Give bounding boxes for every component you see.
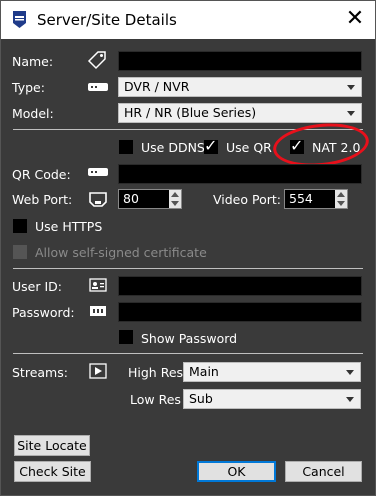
- chevron-down-icon: [346, 397, 354, 402]
- chevron-down-icon: [346, 370, 354, 375]
- password-icon: [90, 306, 106, 316]
- web-port-label: Web Port:: [12, 192, 73, 207]
- dialog-title: Server/Site Details: [37, 11, 177, 29]
- spin-buttons[interactable]: [169, 190, 181, 208]
- model-label: Model:: [12, 106, 54, 121]
- low-res-select[interactable]: Sub: [183, 389, 361, 409]
- allow-self-signed-checkbox[interactable]: [13, 245, 27, 259]
- video-port-value: 554: [289, 191, 313, 206]
- user-id-input[interactable]: [118, 276, 362, 296]
- video-port-label: Video Port:: [213, 192, 281, 207]
- id-card-icon: [89, 278, 107, 292]
- app-logo-icon: [13, 11, 26, 28]
- video-port-spinbox[interactable]: 554: [284, 189, 348, 209]
- qr-device-icon: [88, 168, 108, 176]
- password-label: Password:: [12, 305, 75, 320]
- spin-up-icon[interactable]: [337, 192, 345, 197]
- server-site-details-dialog: Server/Site Details ✕ Name: Type: DVR / …: [0, 0, 376, 496]
- check-site-button[interactable]: Check Site: [14, 461, 91, 482]
- chevron-down-icon: [347, 85, 355, 90]
- play-icon: [89, 363, 107, 379]
- use-ddns-label: Use DDNS: [141, 140, 205, 155]
- title-bar: Server/Site Details ✕: [1, 1, 375, 39]
- spin-down-icon[interactable]: [171, 201, 179, 206]
- separator: [13, 268, 363, 269]
- ok-button[interactable]: OK: [197, 461, 276, 482]
- streams-label: Streams:: [12, 365, 68, 380]
- close-icon[interactable]: ✕: [341, 5, 369, 33]
- name-input[interactable]: [118, 51, 362, 71]
- user-id-label: User ID:: [12, 279, 62, 294]
- use-https-label: Use HTTPS: [35, 219, 103, 234]
- cancel-button[interactable]: Cancel: [285, 461, 362, 482]
- low-res-value: Sub: [189, 391, 213, 406]
- allow-self-signed-label: Allow self-signed certificate: [35, 245, 207, 260]
- web-port-spinbox[interactable]: 80: [118, 189, 182, 209]
- high-res-select[interactable]: Main: [183, 362, 361, 382]
- spin-buttons[interactable]: [335, 190, 347, 208]
- qr-code-label: QR Code:: [12, 167, 71, 182]
- type-select-value: DVR / NVR: [124, 79, 190, 94]
- chevron-down-icon: [347, 111, 355, 116]
- site-locate-button[interactable]: Site Locate: [14, 435, 90, 456]
- low-res-label: Low Res: [130, 392, 181, 407]
- spin-down-icon[interactable]: [337, 201, 345, 206]
- web-port-value: 80: [123, 191, 139, 206]
- use-https-checkbox[interactable]: [13, 219, 27, 233]
- type-select[interactable]: DVR / NVR: [118, 77, 362, 97]
- show-password-label: Show Password: [141, 331, 238, 346]
- separator: [13, 353, 363, 354]
- high-res-label: High Res: [128, 365, 184, 380]
- name-label: Name:: [12, 54, 54, 69]
- use-qr-label: Use QR: [226, 140, 272, 155]
- qr-code-input[interactable]: [118, 164, 362, 184]
- use-ddns-checkbox[interactable]: [119, 140, 133, 154]
- port-icon: [89, 192, 107, 207]
- high-res-value: Main: [189, 364, 219, 379]
- dvr-device-icon: [88, 83, 108, 91]
- model-select-value: HR / NR (Blue Series): [124, 105, 257, 120]
- checkmark-icon: ✓: [204, 136, 218, 155]
- spin-up-icon[interactable]: [171, 192, 179, 197]
- tag-icon: [87, 51, 106, 70]
- show-password-checkbox[interactable]: [119, 330, 133, 344]
- password-input[interactable]: [118, 302, 362, 322]
- model-select[interactable]: HR / NR (Blue Series): [118, 103, 362, 123]
- type-label: Type:: [12, 80, 45, 95]
